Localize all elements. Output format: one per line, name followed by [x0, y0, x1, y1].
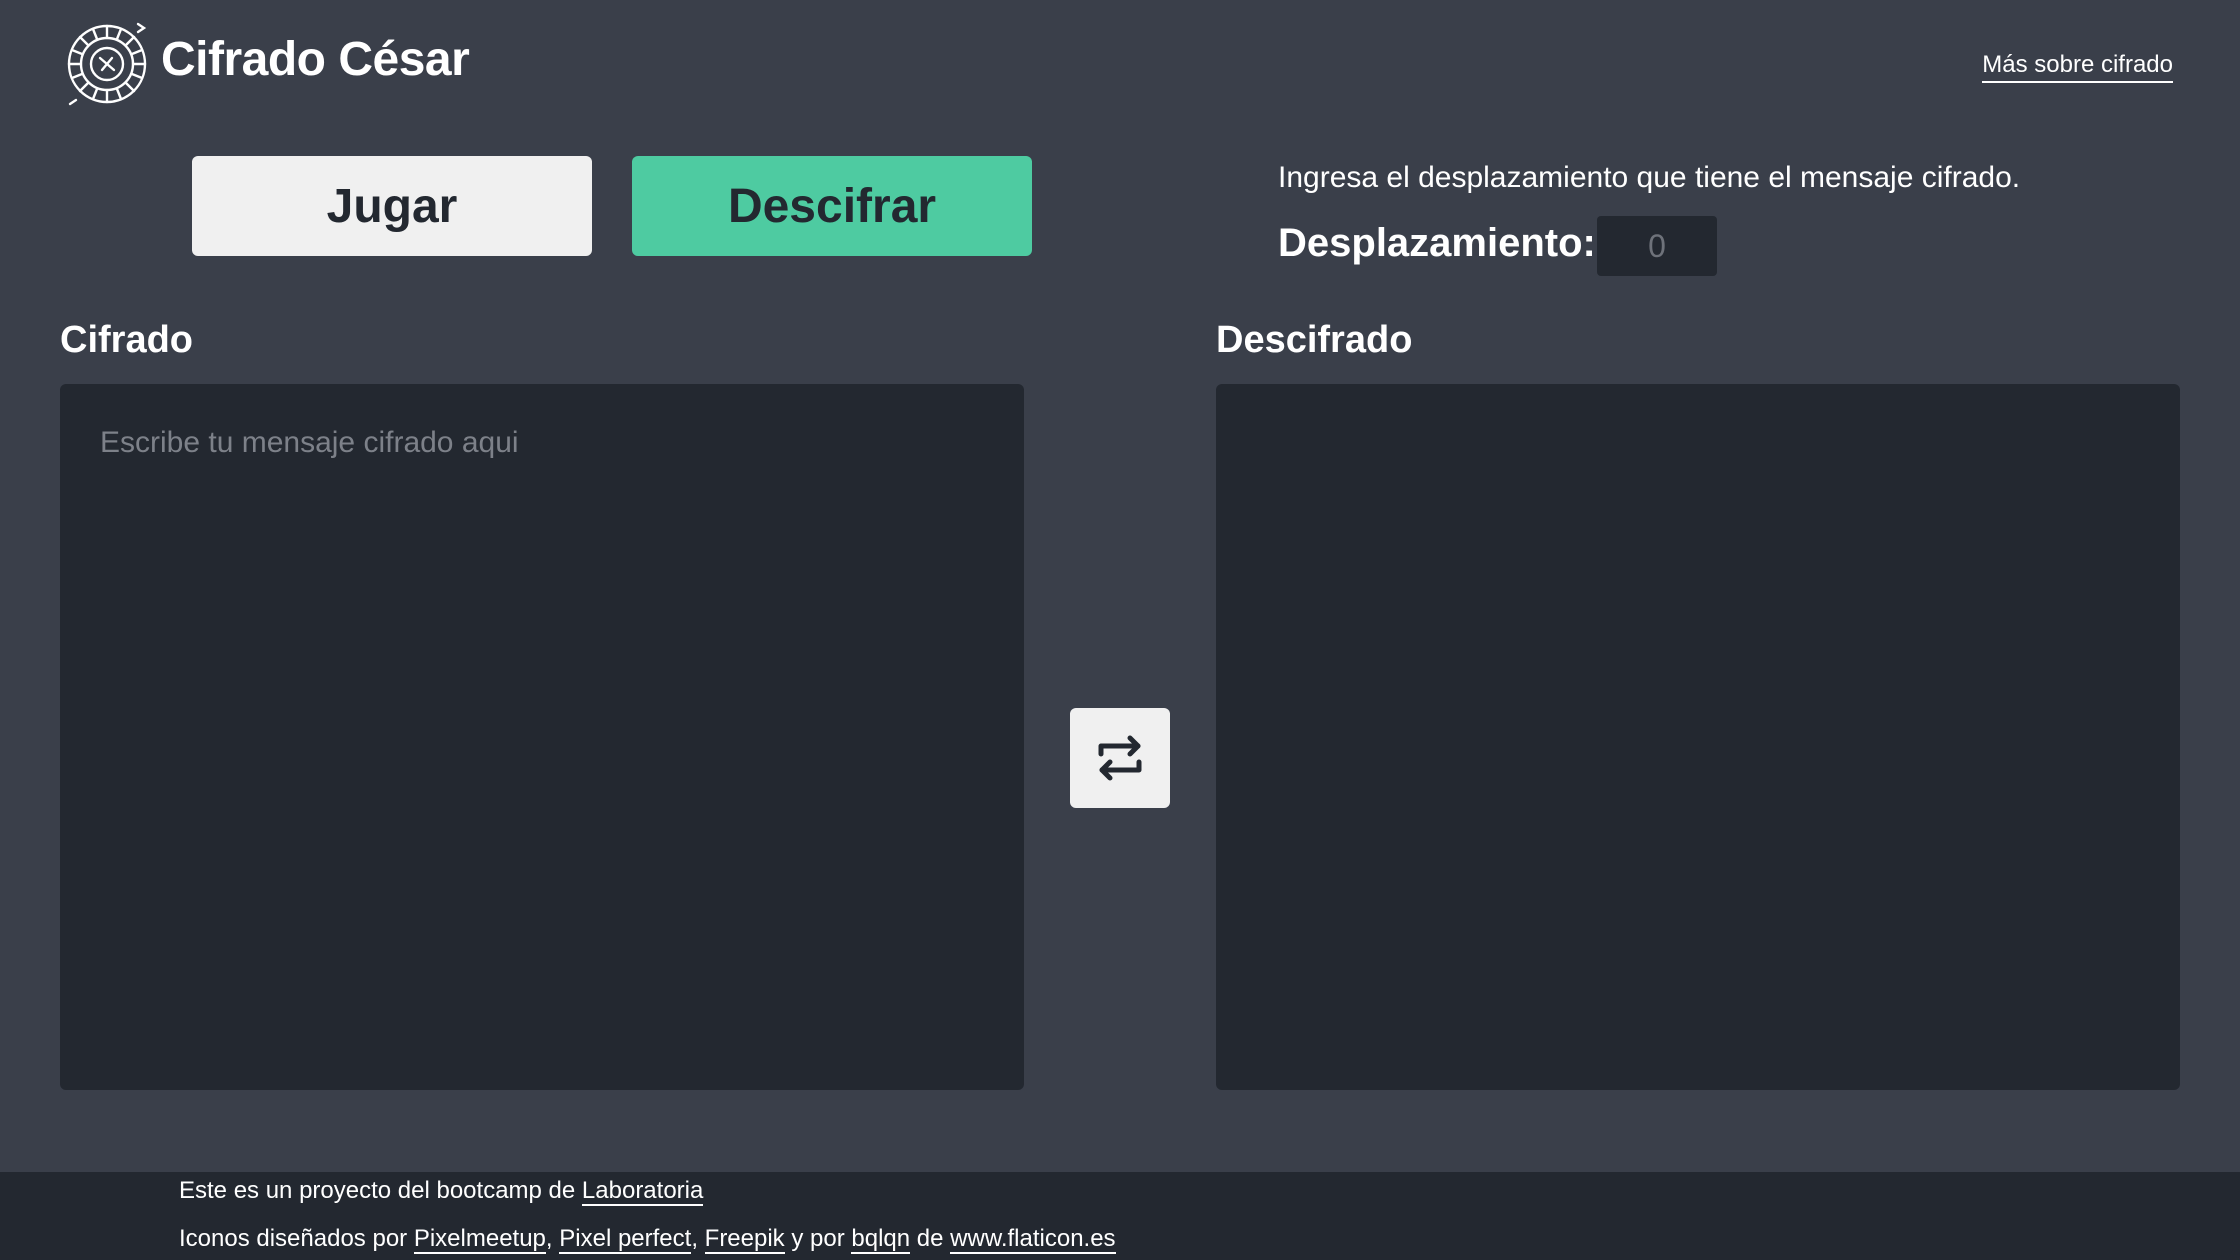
pixel-perfect-link[interactable]: Pixel perfect	[559, 1225, 692, 1254]
laboratoria-link[interactable]: Laboratoria	[581, 1177, 704, 1206]
swap-arrows-icon	[1092, 730, 1148, 786]
decipher-button[interactable]: Descifrar	[632, 156, 1032, 256]
deciphered-textarea[interactable]	[1216, 384, 2180, 1090]
footer-separator: ,	[691, 1225, 705, 1252]
shift-input[interactable]	[1597, 216, 1717, 276]
bqlqn-link[interactable]: bqlqn	[851, 1225, 911, 1254]
ciphered-label: Cifrado	[60, 319, 193, 361]
footer-credit-line: Este es un proyecto del bootcamp de Labo…	[179, 1176, 704, 1206]
footer-separator: y por	[784, 1225, 852, 1252]
footer-text: Iconos diseñados por	[179, 1225, 414, 1252]
flaticon-link[interactable]: www.flaticon.es	[950, 1225, 1116, 1254]
ciphered-textarea[interactable]	[60, 384, 1024, 1090]
freepik-link[interactable]: Freepik	[704, 1225, 785, 1254]
swap-button[interactable]	[1070, 708, 1170, 808]
play-button[interactable]: Jugar	[192, 156, 592, 256]
caesar-cipher-wheel-icon	[64, 20, 150, 106]
footer-separator: de	[910, 1225, 951, 1252]
pixelmeetup-link[interactable]: Pixelmeetup	[413, 1225, 546, 1254]
shift-instruction: Ingresa el desplazamiento que tiene el m…	[1278, 161, 2021, 194]
app-title: Cifrado César	[161, 33, 470, 86]
shift-label: Desplazamiento:	[1278, 221, 1596, 265]
deciphered-label: Descifrado	[1216, 319, 1413, 361]
footer: Este es un proyecto del bootcamp de Labo…	[0, 1172, 2240, 1260]
more-about-cipher-link[interactable]: Más sobre cifrado	[1982, 50, 2173, 83]
footer-icons-credit-line: Iconos diseñados por Pixelmeetup, Pixel …	[179, 1224, 1116, 1254]
footer-text: Este es un proyecto del bootcamp de	[179, 1177, 582, 1204]
footer-separator: ,	[545, 1225, 560, 1252]
